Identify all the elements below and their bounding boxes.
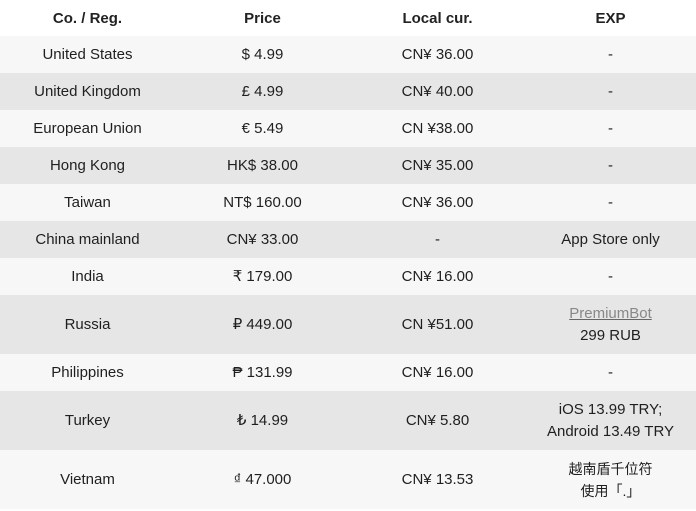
cell-region: Vietnam <box>0 450 175 509</box>
cell-region: Hong Kong <box>0 147 175 184</box>
cell-local: CN¥ 40.00 <box>350 73 525 110</box>
header-exp: EXP <box>595 9 626 27</box>
cell-local: CN¥ 35.00 <box>350 147 525 184</box>
cell-price: ₱ 131.99 <box>175 354 350 391</box>
cell-exp-line2: Android 13.49 TRY <box>546 422 675 440</box>
cell-exp: 越南盾千位符 使用「.」 <box>525 450 696 509</box>
cell-region: Turkey <box>0 391 175 450</box>
cell-exp-line2: 299 RUB <box>580 326 641 344</box>
cell-region: Philippines <box>0 354 175 391</box>
header-local-currency: Local cur. <box>402 9 473 27</box>
cell-region: United Kingdom <box>0 73 175 110</box>
table-row: European Union € 5.49 CN ¥38.00 - <box>0 110 696 147</box>
cell-region: Taiwan <box>0 184 175 221</box>
cell-exp: - <box>525 354 696 391</box>
cell-exp: PremiumBot 299 RUB <box>525 295 696 354</box>
cell-price: CN¥ 33.00 <box>175 221 350 258</box>
cell-exp: iOS 13.99 TRY; Android 13.49 TRY <box>525 391 696 450</box>
pricing-table: Co. / Reg. Price Local cur. EXP United S… <box>0 0 696 509</box>
cell-price: ₹ 179.00 <box>175 258 350 295</box>
cell-price: € 5.49 <box>175 110 350 147</box>
cell-exp: - <box>525 258 696 295</box>
cell-exp: - <box>525 73 696 110</box>
cell-exp: - <box>525 110 696 147</box>
cell-region: India <box>0 258 175 295</box>
cell-local: - <box>350 221 525 258</box>
table-row: India ₹ 179.00 CN¥ 16.00 - <box>0 258 696 295</box>
cell-price: ₽ 449.00 <box>175 295 350 354</box>
cell-price: NT$ 160.00 <box>175 184 350 221</box>
cell-exp-line1: iOS 13.99 TRY; <box>558 400 663 418</box>
cell-exp-line1: 越南盾千位符 <box>568 460 653 477</box>
cell-region: China mainland <box>0 221 175 258</box>
cell-price: £ 4.99 <box>175 73 350 110</box>
cell-price: $ 4.99 <box>175 36 350 73</box>
table-row: Hong Kong HK$ 38.00 CN¥ 35.00 - <box>0 147 696 184</box>
cell-local: CN¥ 16.00 <box>350 354 525 391</box>
cell-region: United States <box>0 36 175 73</box>
table-row: United States $ 4.99 CN¥ 36.00 - <box>0 36 696 73</box>
table-row: Vietnam ₫ 47.000 CN¥ 13.53 越南盾千位符 使用「.」 <box>0 450 696 509</box>
cell-local: CN ¥38.00 <box>350 110 525 147</box>
cell-exp: - <box>525 184 696 221</box>
cell-local: CN¥ 36.00 <box>350 184 525 221</box>
cell-exp: - <box>525 147 696 184</box>
cell-local: CN¥ 5.80 <box>350 391 525 450</box>
header-price: Price <box>244 9 281 27</box>
premiumbot-link[interactable]: PremiumBot <box>569 303 652 325</box>
cell-exp: - <box>525 36 696 73</box>
cell-local: CN¥ 16.00 <box>350 258 525 295</box>
cell-local: CN¥ 13.53 <box>350 450 525 509</box>
cell-local: CN¥ 36.00 <box>350 36 525 73</box>
table-row: Philippines ₱ 131.99 CN¥ 16.00 - <box>0 354 696 391</box>
table-row: China mainland CN¥ 33.00 - App Store onl… <box>0 221 696 258</box>
cell-price: ₫ 47.000 <box>175 450 350 509</box>
cell-price: ₺ 14.99 <box>175 391 350 450</box>
cell-exp-line2: 使用「.」 <box>580 482 641 499</box>
cell-price: HK$ 38.00 <box>175 147 350 184</box>
table-row: Taiwan NT$ 160.00 CN¥ 36.00 - <box>0 184 696 221</box>
header-region: Co. / Reg. <box>52 9 123 27</box>
cell-local: CN ¥51.00 <box>350 295 525 354</box>
cell-region: Russia <box>0 295 175 354</box>
table-row: Russia ₽ 449.00 CN ¥51.00 PremiumBot 299… <box>0 295 696 354</box>
table-row: Turkey ₺ 14.99 CN¥ 5.80 iOS 13.99 TRY; A… <box>0 391 696 450</box>
header-row: Co. / Reg. Price Local cur. EXP <box>0 0 696 36</box>
cell-region: European Union <box>0 110 175 147</box>
cell-exp: App Store only <box>525 221 696 258</box>
table-row: United Kingdom £ 4.99 CN¥ 40.00 - <box>0 73 696 110</box>
